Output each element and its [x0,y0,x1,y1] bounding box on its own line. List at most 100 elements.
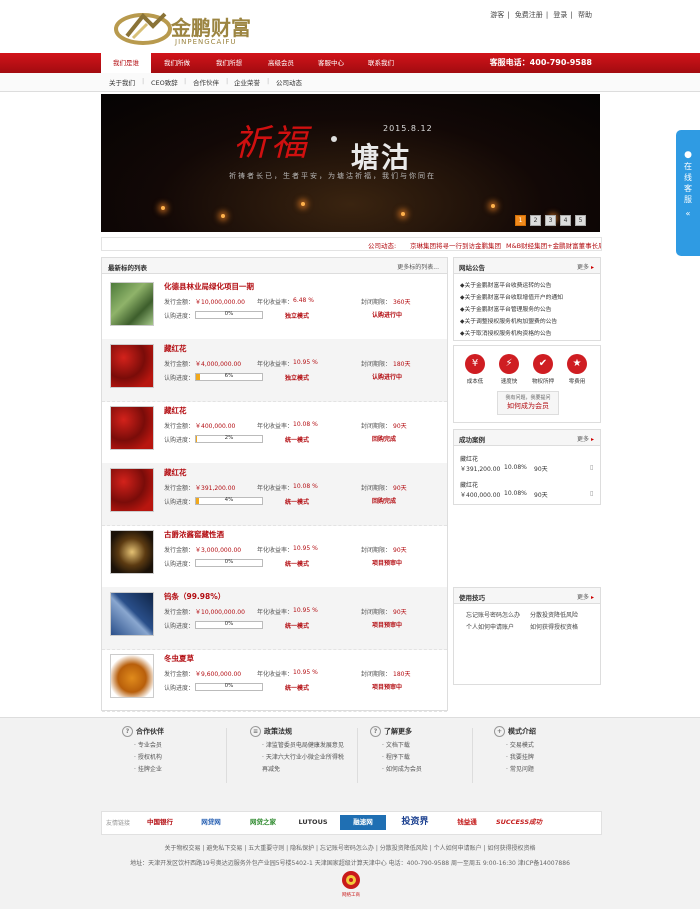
project-status[interactable]: 项目预审中 [372,558,402,567]
footer-bottom-link[interactable]: 个人如何申请账户 [434,845,482,852]
partner-logo[interactable]: 中国银行 [138,815,182,830]
project-thumbnail[interactable] [110,344,154,388]
project-row[interactable]: 古爵浓酱窖藏性酒 发行金额： ￥3,000,000.00 年化收益率： 10.95 % 封… [102,525,447,588]
nav-item-think[interactable]: 我们所想 [203,53,255,73]
project-name[interactable]: 藏红花 [164,343,187,354]
nav-item-contact[interactable]: 联系我们 [355,53,407,73]
tip-item[interactable]: 个人如何申请账户 [466,622,514,631]
partner-logo[interactable]: 网贷网 [188,815,234,830]
help-link[interactable]: 帮助 [578,11,592,19]
banner-page-1[interactable]: 1 [515,215,526,226]
footer-link-label: 挂牌企业 [137,766,162,773]
case-name[interactable]: 藏红花 [460,454,478,463]
partner-logo[interactable]: 网贷之家 [240,815,286,830]
project-row[interactable]: 钨条（99.98%） 发行金额： ￥10,000,000.00 年化收益率： 10.95… [102,587,447,650]
project-name[interactable]: 藏红花 [164,467,187,478]
project-status[interactable]: 回购完成 [372,434,396,443]
ticker-item[interactable]: M&B财经集团+金鹏财富董事长周访 [506,240,601,250]
register-link[interactable]: 免费注册 [515,11,543,19]
site-logo[interactable]: 金鹏财富 JINPENGCAIFU [113,8,283,50]
footer-link[interactable]: · 挂牌企业 [122,764,262,773]
subnav-honor[interactable]: 企业荣誉 [234,77,260,87]
subnav-news[interactable]: 公司动态 [276,77,302,87]
project-name[interactable]: 藏红花 [164,405,187,416]
footer-bottom-link[interactable]: 避免私下交易 [206,845,242,852]
tip-item[interactable]: 分散投资降低风险 [530,610,578,619]
footer-link[interactable]: · 授权机构 [122,752,262,761]
banner-page-2[interactable]: 2 [530,215,541,226]
project-thumbnail[interactable] [110,654,154,698]
nav-item-vip[interactable]: 高级会员 [255,53,307,73]
project-thumbnail[interactable] [110,592,154,636]
notice-more-link[interactable]: 更多 ▸ [577,262,594,271]
footer-link[interactable]: · 我要挂牌 [494,752,634,761]
project-thumbnail[interactable] [110,282,154,326]
subnav-partners[interactable]: 合作伙伴 [193,77,219,87]
notice-item[interactable]: ◆关于金鹏财富平台管理服务的公告 [460,304,551,313]
tip-item[interactable]: 忘记账号密码怎么办 [466,610,520,619]
case-detail-icon[interactable]: ▯ [590,490,593,497]
case-name[interactable]: 藏红花 [460,480,478,489]
join-member-button[interactable]: 我有问题，我要提问 如何成为会员 [497,391,559,415]
project-name[interactable]: 冬虫夏草 [164,653,194,664]
project-status[interactable]: 认购进行中 [372,310,402,319]
footer-link[interactable]: · 天津六大行业小微企业所得税 [250,752,390,761]
notice-item[interactable]: ◆关于金鹏财富平台收费运转的公告 [460,280,551,289]
ticker-item[interactable]: 京琳集团将寻一行到访金鹏集团 [410,240,501,250]
banner-page-4[interactable]: 4 [560,215,571,226]
notice-item[interactable]: ◆关于调整授权服务机构加盟费的公告 [460,316,557,325]
tips-more-link[interactable]: 更多 ▸ [577,592,594,601]
project-row[interactable]: 藏红花 发行金额： ￥391,200.00 年化收益率： 10.08 % 封闭期限： 90天… [102,463,447,526]
banner-page-3[interactable]: 3 [545,215,556,226]
nav-item-do[interactable]: 我们所做 [151,53,203,73]
project-thumbnail[interactable] [110,468,154,512]
footer-bottom-link[interactable]: 分散投资降低风险 [380,845,428,852]
footer-link[interactable]: · 如何成为会员 [370,764,510,773]
login-link[interactable]: 登录 [553,11,567,19]
footer-link[interactable]: 再减免 [250,764,390,773]
project-thumbnail[interactable] [110,406,154,450]
project-list-more-link[interactable]: 更多标的列表... [397,262,439,271]
footer-link[interactable]: · 津监管委员电局健康发展意见 [250,740,390,749]
footer-bottom-link[interactable]: 关于物权交易 [164,845,200,852]
footer-link[interactable]: · 程序下载 [370,752,510,761]
subnav-about[interactable]: 关于我们 [109,77,135,87]
footer-link[interactable]: · 文档下载 [370,740,510,749]
cases-more-link[interactable]: 更多 ▸ [577,434,594,443]
online-service-tab[interactable]: ● 在线客服 « [676,130,700,256]
hero-banner[interactable]: 祈福 塘沽 2015.8.12 祈祷者长已，生者平安，为塘沽祈福，我们与你同在 … [101,94,600,232]
project-status[interactable]: 回购完成 [372,496,396,505]
project-status[interactable]: 项目预审中 [372,682,402,691]
partner-logo[interactable]: 钱益通 [444,815,490,830]
footer-link[interactable]: · 专业会员 [122,740,262,749]
project-status[interactable]: 项目预审中 [372,620,402,629]
partner-logo[interactable]: 投资界 [392,815,438,830]
banner-page-5[interactable]: 5 [575,215,586,226]
nav-item-service[interactable]: 客服中心 [305,53,357,73]
notice-item[interactable]: ◆关于金鹏财富平台收取增值开户的通知 [460,292,563,301]
footer-bottom-link[interactable]: 如何获得授权资格 [488,845,536,852]
partner-logo[interactable]: 融速网 [340,815,386,830]
case-detail-icon[interactable]: ▯ [590,464,593,471]
notice-item[interactable]: ◆关于取消授权服务机构资格的公告 [460,328,551,337]
footer-link[interactable]: · 常见问题 [494,764,634,773]
footer-link[interactable]: · 交易模式 [494,740,634,749]
partner-logo[interactable]: SUCCESS成功 [494,815,544,830]
footer-bottom-link[interactable]: 隐私保护 [290,845,314,852]
tip-item[interactable]: 如何获得授权资格 [530,622,578,631]
gov-badge[interactable]: 网络工商 [340,870,362,898]
partner-logo[interactable]: LUTOUS [290,815,336,830]
footer-bottom-link[interactable]: 忘记账号密码怎么办 [320,845,374,852]
project-name[interactable]: 钨条（99.98%） [164,591,225,602]
footer-bottom-link[interactable]: 五大重要守则 [248,845,284,852]
project-status[interactable]: 认购进行中 [372,372,402,381]
project-row[interactable]: 化德县林业局绿化项目一期 发行金额： ￥10,000,000.00 年化收益率： 6.4… [102,277,447,340]
project-name[interactable]: 古爵浓酱窖藏性酒 [164,529,224,540]
nav-item-who[interactable]: 我们是谁 [101,53,151,73]
project-row[interactable]: 藏红花 发行金额： ￥400,000.00 年化收益率： 10.08 % 封闭期限： 90天… [102,401,447,464]
project-thumbnail[interactable] [110,530,154,574]
project-row[interactable]: 冬虫夏草 发行金额： ￥9,600,000.00 年化收益率： 10.95 % 封闭期限：… [102,649,447,712]
project-row[interactable]: 藏红花 发行金额： ￥4,000,000.00 年化收益率： 10.95 % 封闭期限： 1… [102,339,447,402]
subnav-ceo[interactable]: CEO致辞 [151,77,178,87]
project-name[interactable]: 化德县林业局绿化项目一期 [164,281,254,292]
